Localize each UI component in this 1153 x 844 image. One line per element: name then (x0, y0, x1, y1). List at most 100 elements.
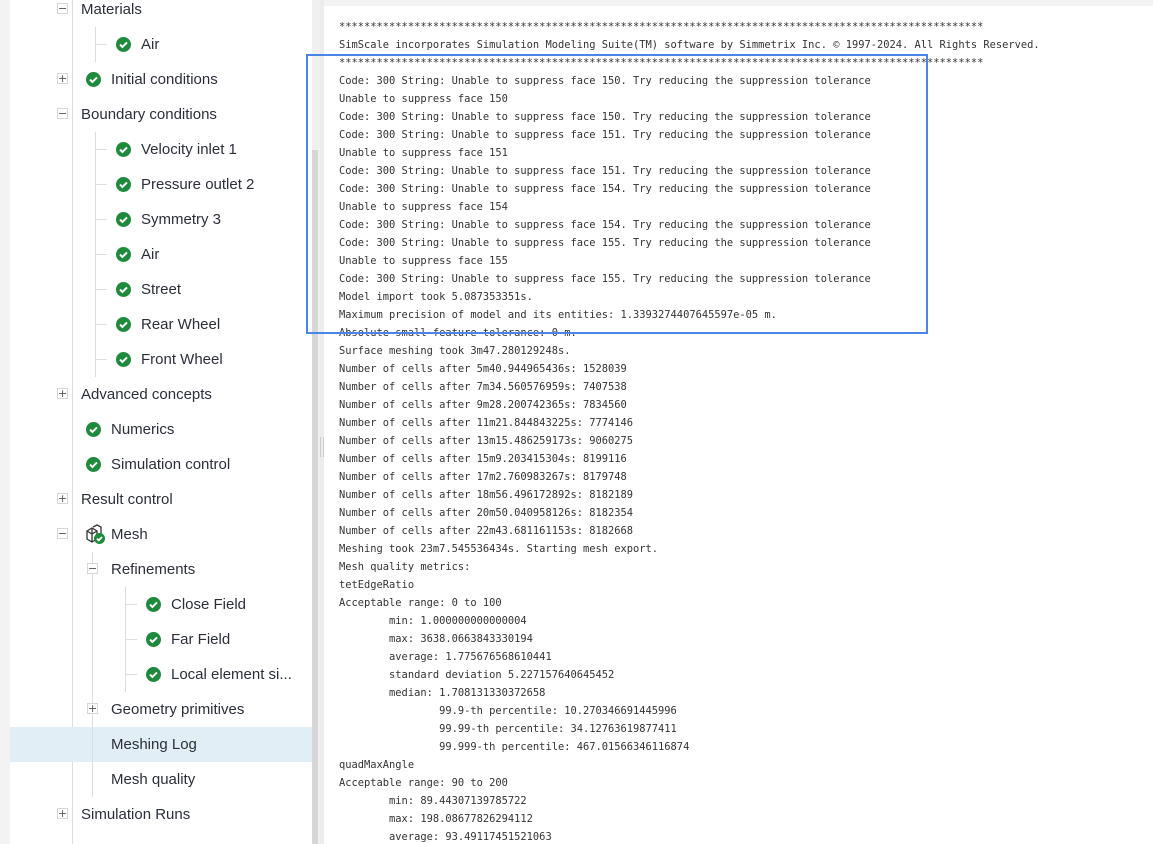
log-line: Code: 300 String: Unable to suppress fac… (339, 165, 871, 177)
log-line: Number of cells after 18m56.496172892s: … (339, 489, 634, 501)
check-circle-icon (116, 247, 131, 262)
tree-guide-line (95, 324, 107, 325)
tree-item-label: Velocity inlet 1 (141, 141, 237, 158)
tree-item-simulation-runs[interactable]: + Simulation Runs (10, 797, 312, 832)
tree-item-advanced-concepts[interactable]: + Advanced concepts (10, 377, 312, 412)
tree-item-label: Local element si... (171, 666, 292, 683)
log-line: Number of cells after 17m2.760983267s: 8… (339, 471, 627, 483)
log-line: Acceptable range: 90 to 200 (339, 777, 508, 789)
check-circle-icon (116, 142, 131, 157)
log-line: max: 3638.0663843330194 (339, 633, 533, 645)
collapse-icon[interactable]: − (57, 528, 68, 539)
simulation-tree: − Materials Air + Initial conditions − Boundar… (10, 0, 312, 844)
log-line: Unable to suppress face 154 (339, 201, 508, 213)
tree-guide-line (125, 639, 137, 640)
tree-item-result-control[interactable]: + Result control (10, 482, 312, 517)
tree-item-label: Advanced concepts (81, 386, 212, 403)
tree-item-label: Initial conditions (111, 71, 218, 88)
check-circle-icon (116, 352, 131, 367)
log-line: Code: 300 String: Unable to suppress fac… (339, 219, 871, 231)
tree-item-symmetry-3[interactable]: Symmetry 3 (10, 202, 312, 237)
check-circle-icon (116, 37, 131, 52)
tree-guide-line (95, 289, 107, 290)
tree-item-label: Materials (81, 1, 142, 18)
log-line: Number of cells after 7m34.560576959s: 7… (339, 381, 627, 393)
log-line: tetEdgeRatio (339, 579, 415, 591)
tree-item-rear-wheel[interactable]: Rear Wheel (10, 307, 312, 342)
collapse-icon[interactable]: − (57, 108, 68, 119)
check-circle-icon (146, 632, 161, 647)
tree-item-geometry-primitives[interactable]: + Geometry primitives (10, 692, 312, 727)
tree-guide-line (92, 587, 93, 622)
tree-item-label: Air (141, 36, 160, 53)
expand-icon[interactable]: + (57, 493, 68, 504)
tree-item-mesh[interactable]: − Mesh (10, 517, 312, 552)
tree-item-label: Numerics (111, 421, 175, 438)
log-line: 99.99-th percentile: 34.12763619877411 (339, 723, 677, 735)
tree-item-label: Street (141, 281, 182, 298)
tree-item-close-field[interactable]: Close Field (10, 587, 312, 622)
tree-item-boundary-conditions[interactable]: − Boundary conditions (10, 97, 312, 132)
log-line: standard deviation 5.227157640645452 (339, 669, 615, 681)
tree-item-label: Pressure outlet 2 (141, 176, 255, 193)
tree-guide-line (125, 674, 137, 675)
check-circle-icon (116, 212, 131, 227)
tree-item-refinements[interactable]: − Refinements (10, 552, 312, 587)
collapse-icon[interactable]: − (87, 563, 98, 574)
log-line: Unable to suppress face 155 (339, 255, 508, 267)
tree-item-far-field[interactable]: Far Field (10, 622, 312, 657)
tree-item-velocity-inlet-1[interactable]: Velocity inlet 1 (10, 132, 312, 167)
tree-guide-line (95, 184, 107, 185)
expand-icon[interactable]: + (87, 703, 98, 714)
log-line: Maximum precision of model and its entit… (339, 309, 777, 321)
log-line: Surface meshing took 3m47.280129248s. (339, 345, 571, 357)
log-line: average: 1.775676568610441 (339, 651, 552, 663)
check-circle-icon (86, 457, 101, 472)
sidebar-scrollbar-thumb[interactable] (312, 150, 318, 844)
log-line: min: 89.44307139785722 (339, 795, 527, 807)
log-line: Unable to suppress face 150 (339, 93, 508, 105)
tree-guide-line (95, 254, 107, 255)
expand-icon[interactable]: + (57, 808, 68, 819)
tree-item-simulation-control[interactable]: Simulation control (10, 447, 312, 482)
tree-guide-line (92, 727, 93, 762)
tree-item-label: Close Field (171, 596, 247, 613)
tree-item-pressure-outlet-2[interactable]: Pressure outlet 2 (10, 167, 312, 202)
log-line: 99.9-th percentile: 10.270346691445996 (339, 705, 677, 717)
tree-item-mesh-quality[interactable]: Mesh quality (10, 762, 312, 797)
tree-item-street[interactable]: Street (10, 272, 312, 307)
tree-item-label: Symmetry 3 (141, 211, 222, 228)
log-line: Code: 300 String: Unable to suppress fac… (339, 75, 871, 87)
tree-item-meshing-log[interactable]: Meshing Log (10, 727, 312, 762)
tree-guide-line (92, 657, 93, 692)
tree-item-initial-conditions[interactable]: + Initial conditions (10, 62, 312, 97)
tree-item-label: Front Wheel (141, 351, 223, 368)
log-line: Model import took 5.087353351s. (339, 291, 533, 303)
log-line: Number of cells after 15m9.203415304s: 8… (339, 453, 627, 465)
tree-guide-line (95, 44, 107, 45)
check-circle-icon (116, 282, 131, 297)
tree-item-air[interactable]: Air (10, 237, 312, 272)
tree-item-label: Mesh (111, 526, 148, 543)
tree-item-label: Mesh quality (111, 771, 196, 788)
log-line: Number of cells after 9m28.200742365s: 7… (339, 399, 627, 411)
check-circle-icon (116, 177, 131, 192)
log-line: Number of cells after 22m43.681161153s: … (339, 525, 634, 537)
tree-item-label: Meshing Log (111, 736, 197, 753)
tree-item-label: Simulation Runs (81, 806, 191, 823)
tree-item-materials[interactable]: − Materials (10, 0, 312, 27)
log-line: Code: 300 String: Unable to suppress fac… (339, 183, 871, 195)
tree-guide-line (125, 604, 137, 605)
tree-item-numerics[interactable]: Numerics (10, 412, 312, 447)
collapse-icon[interactable]: − (57, 3, 68, 14)
tree-item-front-wheel[interactable]: Front Wheel (10, 342, 312, 377)
check-circle-icon (86, 422, 101, 437)
log-line: 99.999-th percentile: 467.01566346116874 (339, 741, 690, 753)
log-line: Number of cells after 13m15.486259173s: … (339, 435, 634, 447)
tree-item-label: Refinements (111, 561, 196, 578)
tree-item-local-element-si[interactable]: Local element si... (10, 657, 312, 692)
tree-item-air[interactable]: Air (10, 27, 312, 62)
expand-icon[interactable]: + (57, 73, 68, 84)
check-circle-icon (146, 597, 161, 612)
expand-icon[interactable]: + (57, 388, 68, 399)
